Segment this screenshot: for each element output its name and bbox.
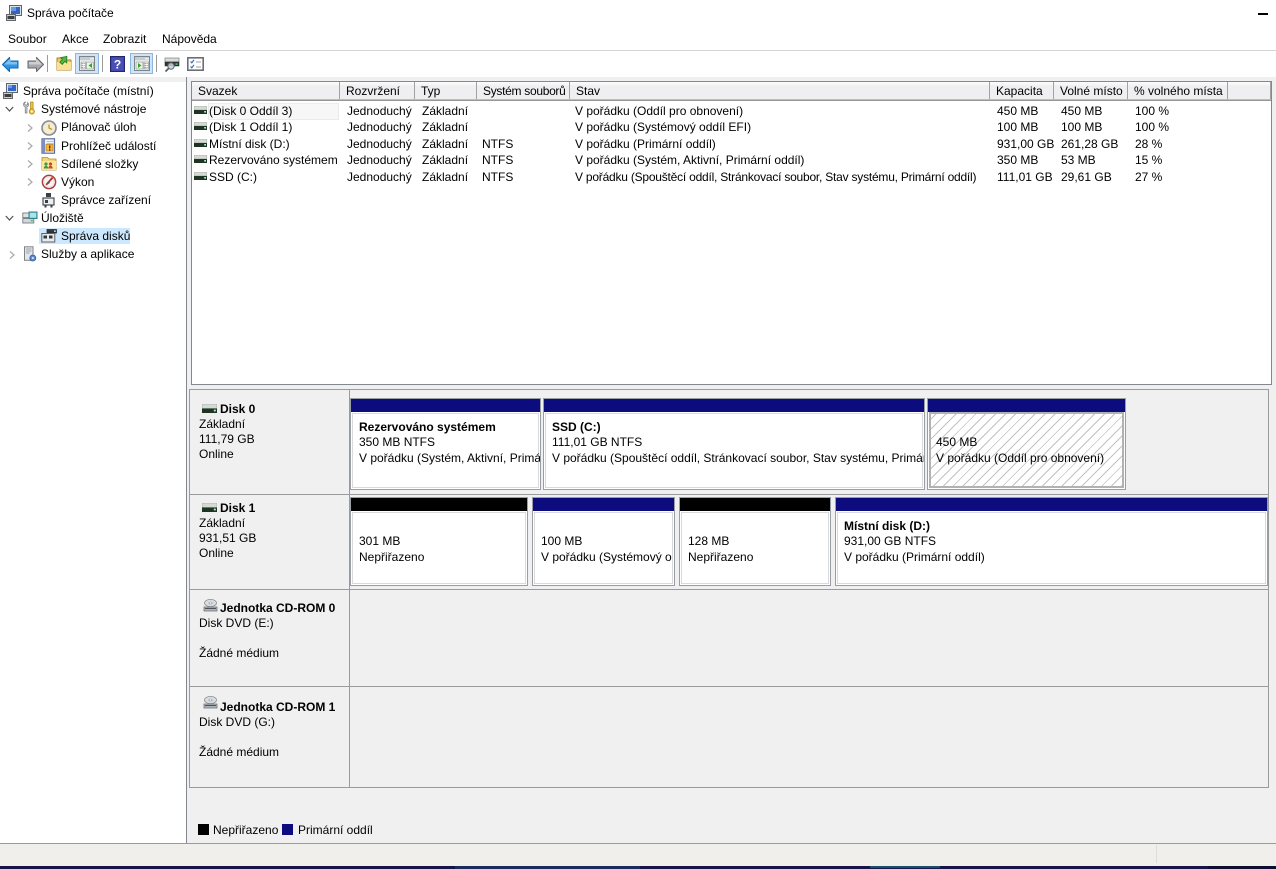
- svg-text:?: ?: [114, 58, 121, 72]
